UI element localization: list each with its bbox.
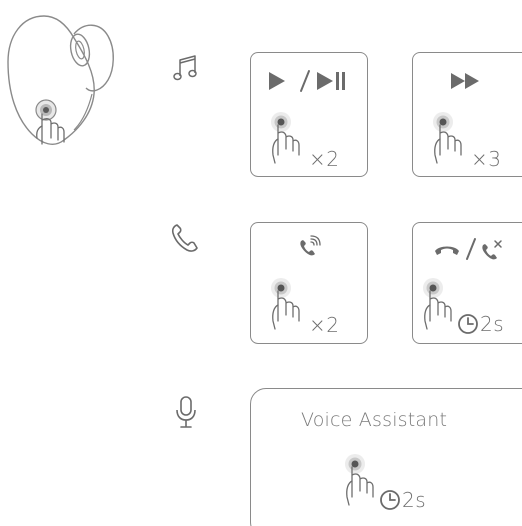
fast-forward-icon — [449, 71, 489, 91]
tap-gesture-icon — [267, 111, 305, 167]
play-pause-icon — [265, 69, 355, 93]
tap-gesture-icon — [429, 111, 467, 167]
tap-gesture-icon — [419, 277, 457, 333]
phone-ringing-icon — [297, 235, 323, 259]
play-pause-card[interactable]: ×2 — [250, 52, 368, 177]
tap-gesture-icon — [341, 453, 379, 509]
next-track-card[interactable]: ×3 — [412, 52, 522, 177]
tap-count: ×2 — [309, 313, 340, 337]
voice-assistant-label: Voice Assistant — [301, 409, 448, 431]
voice-assistant-card[interactable]: Voice Assistant 2s — [250, 388, 522, 526]
tap-count: ×2 — [309, 147, 340, 171]
hold-duration: 2s — [402, 488, 427, 512]
tap-gesture-icon — [267, 277, 305, 333]
hold-duration: 2s — [480, 312, 505, 336]
answer-call-card[interactable]: ×2 — [250, 222, 368, 344]
hangup-reject-icon — [433, 237, 513, 263]
hangup-reject-card[interactable]: 2s — [412, 222, 522, 344]
clock-icon — [457, 313, 479, 335]
clock-icon — [379, 489, 401, 511]
tap-count: ×3 — [471, 147, 502, 171]
